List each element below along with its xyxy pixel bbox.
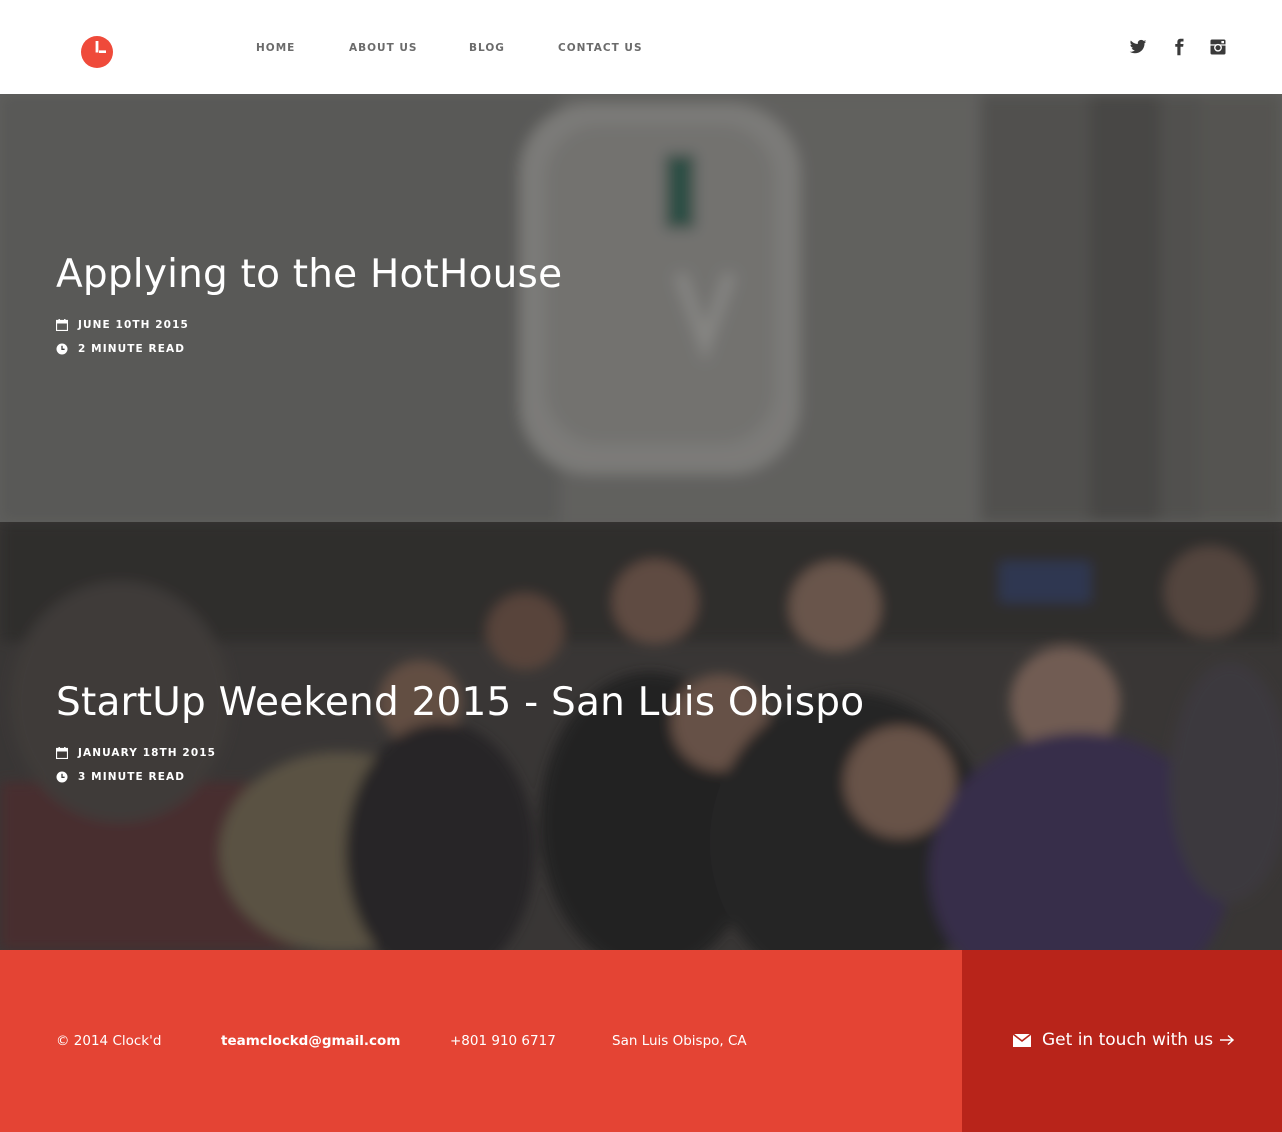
blog-post-card[interactable]: Applying to the HotHouse JUNE 10TH 2015 … bbox=[0, 94, 1282, 522]
get-in-touch-content: Get in touch with us bbox=[1012, 1030, 1235, 1050]
nav-contact-us[interactable]: CONTACT US bbox=[558, 42, 643, 54]
footer-copyright: © 2014 Clock'd bbox=[56, 1033, 162, 1049]
twitter-icon[interactable] bbox=[1129, 38, 1147, 56]
post-date: JANUARY 18TH 2015 bbox=[56, 746, 216, 760]
nav-blog[interactable]: BLOG bbox=[469, 42, 505, 54]
post-title[interactable]: Applying to the HotHouse bbox=[56, 252, 562, 297]
blog-post-card[interactable]: StartUp Weekend 2015 - San Luis Obispo J… bbox=[0, 522, 1282, 950]
get-in-touch-button[interactable]: Get in touch with us bbox=[962, 950, 1282, 1132]
clock-icon bbox=[56, 343, 68, 355]
calendar-icon bbox=[56, 747, 68, 759]
clock-logo-icon[interactable] bbox=[79, 34, 115, 70]
site-footer: © 2014 Clock'd teamclockd@gmail.com +801… bbox=[0, 950, 1282, 1132]
footer-location: San Luis Obispo, CA bbox=[612, 1033, 747, 1049]
get-in-touch-label: Get in touch with us bbox=[1042, 1030, 1214, 1050]
clock-icon bbox=[56, 771, 68, 783]
nav-home[interactable]: HOME bbox=[256, 42, 295, 54]
instagram-icon[interactable] bbox=[1209, 38, 1227, 56]
post-read-time: 3 MINUTE READ bbox=[56, 770, 185, 784]
nav-about-us[interactable]: ABOUT US bbox=[349, 42, 418, 54]
footer-email-link[interactable]: teamclockd@gmail.com bbox=[221, 1033, 400, 1049]
site-header: HOME ABOUT US BLOG CONTACT US bbox=[0, 0, 1282, 94]
facebook-icon[interactable] bbox=[1170, 38, 1188, 56]
post-read-time-text: 2 MINUTE READ bbox=[78, 343, 186, 355]
envelope-icon bbox=[1012, 1033, 1032, 1047]
footer-info: © 2014 Clock'd teamclockd@gmail.com +801… bbox=[0, 950, 962, 1132]
arrow-right-icon bbox=[1220, 1034, 1235, 1046]
post-read-time-text: 3 MINUTE READ bbox=[78, 771, 186, 783]
calendar-icon bbox=[56, 319, 68, 331]
footer-phone: +801 910 6717 bbox=[450, 1033, 556, 1049]
post-overlay bbox=[0, 522, 1282, 950]
post-overlay bbox=[0, 94, 1282, 522]
post-date: JUNE 10TH 2015 bbox=[56, 318, 189, 332]
post-date-text: JANUARY 18TH 2015 bbox=[78, 747, 217, 759]
page: HOME ABOUT US BLOG CONTACT US Applying t… bbox=[0, 0, 1282, 1132]
post-title[interactable]: StartUp Weekend 2015 - San Luis Obispo bbox=[56, 680, 864, 725]
post-date-text: JUNE 10TH 2015 bbox=[78, 319, 189, 331]
post-read-time: 2 MINUTE READ bbox=[56, 342, 185, 356]
